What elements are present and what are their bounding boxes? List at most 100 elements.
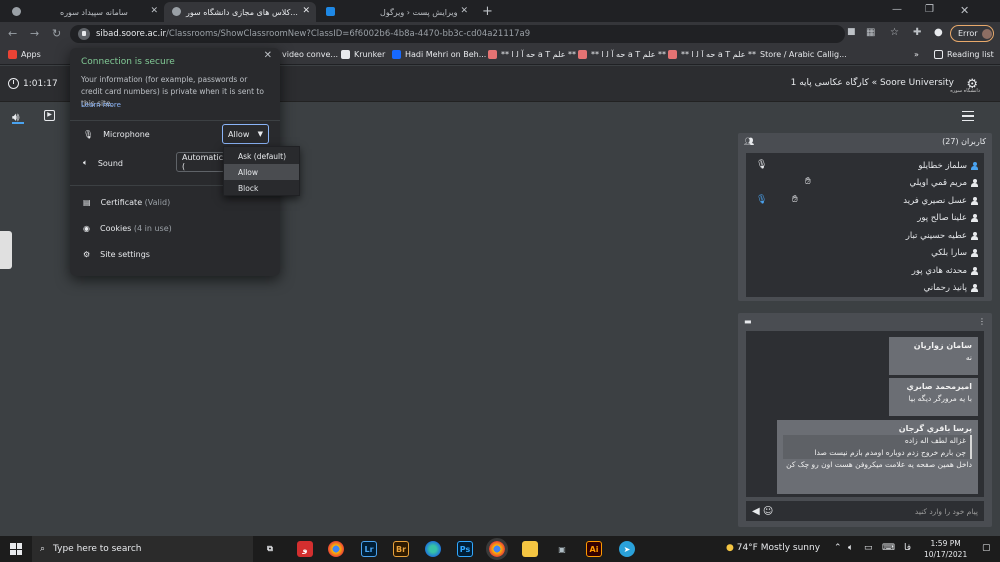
microphone-permission: 🎙︎ Microphone <box>83 130 150 139</box>
cookies-row[interactable]: ◉ Cookies (4 in use) <box>83 224 172 233</box>
chat-message: اميرمحمد صابري با يه مرورگر ديگه بيا <box>889 378 978 416</box>
list-item[interactable]: عسل نصيري فريد <box>903 192 978 209</box>
list-item[interactable]: سارا بلكي <box>931 244 978 261</box>
side-drawer-handle[interactable] <box>0 231 12 269</box>
notifications-icon[interactable]: ▢ <box>982 543 991 553</box>
bridge-icon[interactable]: Br <box>393 541 409 557</box>
user-icon <box>971 248 978 257</box>
edge-icon[interactable] <box>425 541 441 557</box>
bookmark-star-icon[interactable]: ☆ <box>890 27 899 38</box>
bookmark-behance[interactable]: Hadi Mehri on Beh... <box>392 50 486 59</box>
extensions-icon[interactable]: ✚ <box>913 27 921 38</box>
list-item[interactable]: مريم قمي اويلي <box>910 174 978 191</box>
task-view-icon[interactable]: ⧉ <box>262 541 278 557</box>
keyboard-icon[interactable]: ⌨ <box>882 543 895 553</box>
microphone-icon: 🎙︎ <box>756 160 768 170</box>
virgool-icon <box>326 7 335 16</box>
list-item[interactable]: سلماز خطايلو <box>918 157 978 174</box>
sound-select[interactable]: Automatic ( <box>176 152 225 172</box>
close-tab-icon[interactable]: ✕ <box>302 6 310 16</box>
brand-label: دانشگاه سوره <box>950 88 980 94</box>
bookmark-arabic-2[interactable]: ** ﺣﻪ آ ﻟ ا a T ﻋﻠﻢ ** <box>578 50 666 59</box>
emoji-icon[interactable]: ☺ <box>763 506 773 517</box>
tab-soore-sepidad[interactable]: سامانه سپیداد سوره ✕ <box>4 2 164 22</box>
search-icon: ⌕ <box>40 544 46 554</box>
tab-virtual-classes[interactable]: کلاس های مجازی دانشگاه سور... ✕ <box>164 2 316 22</box>
bookmark-arabic-3[interactable]: ** ﺣﻪ آ ﻟ ا a T ﻋﻠﻢ ** <box>668 50 758 59</box>
learn-more-link[interactable]: Learn more <box>81 101 121 109</box>
breadcrumb[interactable]: Soore University » کارگاه عکاسی پایه 1 <box>791 78 954 88</box>
bookmark-store-arabic[interactable]: Store / Arabic Callig... <box>760 50 852 59</box>
new-tab-button[interactable]: + <box>482 4 493 19</box>
extension-pin-icon[interactable]: ● <box>934 27 943 38</box>
camera-icon[interactable]: ■ <box>847 27 856 37</box>
users-panel: 👥︎ کاربران (27) سلماز خطايلو 🎙︎ مريم قمي… <box>738 133 992 301</box>
volume-icon[interactable]: 🔈︎ <box>848 543 853 553</box>
microphone-select[interactable]: Allow ▼ <box>222 124 269 144</box>
close-tab-icon[interactable]: ✕ <box>460 6 468 16</box>
option-allow[interactable]: Allow <box>224 164 299 180</box>
minimize-icon[interactable]: — <box>892 4 902 15</box>
send-icon[interactable]: ◀ <box>752 506 760 517</box>
system-clock[interactable]: 1:59 PM 10/17/2021 <box>924 538 967 560</box>
qr-code-icon[interactable]: ▦ <box>866 27 875 38</box>
profile-error-button[interactable]: Error <box>950 25 994 42</box>
certificate-row[interactable]: ▤ Certificate (Valid) <box>83 198 170 207</box>
weather-widget[interactable]: ● 74°F Mostly sunny <box>726 543 820 553</box>
forward-icon[interactable]: → <box>30 27 39 40</box>
windows-taskbar: ⌕ Type here to search ⧉ و Lr Br Ps ▣ Ai … <box>0 536 1000 562</box>
tab-virgool-edit[interactable]: ویرایش پست ‹ ویرگول ✕ <box>318 2 474 22</box>
app-icon-tools[interactable]: ▣ <box>554 541 570 557</box>
bookmark-krunker[interactable]: Krunker <box>341 50 385 59</box>
taskbar-search[interactable]: ⌕ Type here to search <box>32 536 253 562</box>
chat-input[interactable]: پيام خود را وارد كنيد ◀ ☺ <box>746 501 984 521</box>
close-icon[interactable]: ✕ <box>264 50 272 61</box>
microphone-options: Ask (default) Allow Block <box>223 146 300 196</box>
browser-tab-strip: سامانه سپیداد سوره ✕ کلاس های مجازی دانش… <box>0 0 1000 22</box>
raised-hand-icon: ✋︎ <box>792 194 798 205</box>
menu-icon[interactable] <box>962 111 974 121</box>
option-ask[interactable]: Ask (default) <box>224 148 299 164</box>
list-item[interactable]: علينا صالح پور <box>917 209 978 226</box>
back-icon[interactable]: ← <box>8 27 17 40</box>
bookmark-arabic-1[interactable]: ** ﺣﻪ آ ﻟ ا a T ﻋﻠﻢ ** <box>488 50 576 59</box>
windows-start-icon[interactable] <box>10 543 22 555</box>
app-icon-red[interactable]: و <box>297 541 313 557</box>
chrome-icon[interactable] <box>328 541 344 557</box>
more-bookmarks-button[interactable]: » <box>914 50 919 59</box>
file-explorer-icon[interactable] <box>522 541 538 557</box>
chrome-active-icon[interactable] <box>486 538 508 560</box>
telegram-icon[interactable]: ➤ <box>619 541 635 557</box>
lightroom-icon[interactable]: Lr <box>361 541 377 557</box>
behance-icon <box>392 50 401 59</box>
chevron-up-icon[interactable]: ⌃ <box>834 543 842 553</box>
option-block[interactable]: Block <box>224 180 299 196</box>
close-tab-icon[interactable]: ✕ <box>150 6 158 16</box>
users-list: سلماز خطايلو 🎙︎ مريم قمي اويلي ✋︎ عسل نص… <box>746 153 984 297</box>
address-bar[interactable]: sibad.soore.ac.ir/Classrooms/ShowClassro… <box>70 25 845 43</box>
language-indicator[interactable]: فا <box>904 543 911 553</box>
reading-list-button[interactable]: Reading list <box>934 50 994 59</box>
network-icon[interactable]: ▭ <box>864 543 873 553</box>
user-icon <box>971 266 978 275</box>
bookmark-icon <box>488 50 497 59</box>
chat-panel: ▬ ⋮ سامان زواريان نه اميرمحمد صابري با ي… <box>738 313 992 527</box>
reload-icon[interactable]: ↻ <box>52 27 61 40</box>
site-settings-row[interactable]: ⚙ Site settings <box>83 250 150 259</box>
bookmark-apps[interactable]: Apps <box>8 50 41 59</box>
restore-icon[interactable]: ❐ <box>925 4 934 15</box>
list-item[interactable]: محدثه هادي پور <box>912 262 978 279</box>
gear-icon: ⚙ <box>83 250 91 259</box>
bookmark-video-converter[interactable]: video conve... <box>282 50 338 59</box>
list-item[interactable]: عطيه حسيني تبار <box>906 227 978 244</box>
chevron-down-icon: ▼ <box>257 130 263 138</box>
photoshop-icon[interactable]: Ps <box>457 541 473 557</box>
list-item[interactable]: پانيذ رحماني <box>924 279 978 296</box>
lock-icon[interactable] <box>78 28 90 40</box>
avatar <box>981 28 992 39</box>
illustrator-icon[interactable]: Ai <box>586 541 602 557</box>
close-window-icon[interactable]: ✕ <box>960 4 969 17</box>
chat-messages[interactable]: سامان زواريان نه اميرمحمد صابري با يه مر… <box>746 331 984 497</box>
more-options-icon[interactable]: ⋮ <box>978 317 986 326</box>
screen-share-icon[interactable]: ▶ <box>44 110 55 121</box>
